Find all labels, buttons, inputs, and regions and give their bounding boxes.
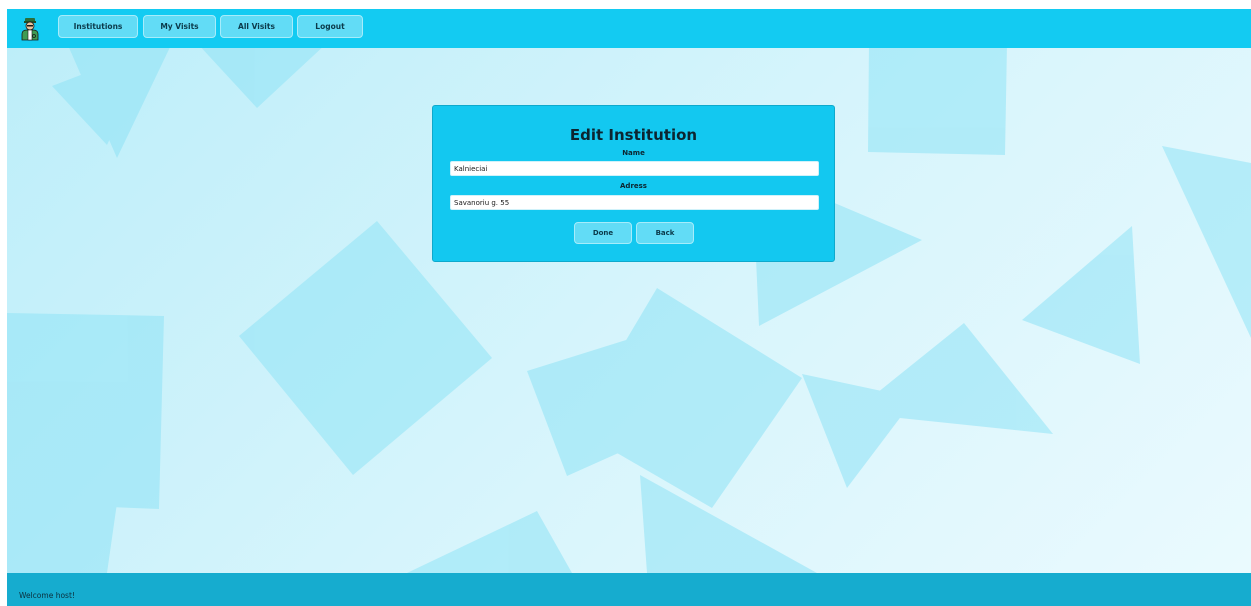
footer-bar: Welcome host! — [7, 573, 1251, 606]
done-button[interactable]: Done — [574, 222, 632, 244]
address-input[interactable] — [450, 195, 819, 210]
nav-institutions-button[interactable]: Institutions — [58, 15, 138, 38]
app-page: Institutions My Visits All Visits Logout — [7, 9, 1251, 606]
doctor-icon[interactable] — [19, 17, 41, 41]
back-button[interactable]: Back — [636, 222, 694, 244]
top-nav-bar: Institutions My Visits All Visits Logout — [7, 9, 1251, 48]
address-label: Adress — [620, 182, 647, 190]
main-content: Edit Institution Name Adress Done Back — [7, 48, 1251, 573]
welcome-message: Welcome host! — [19, 591, 75, 600]
nav-all-visits-button[interactable]: All Visits — [220, 15, 293, 38]
name-label: Name — [622, 149, 645, 157]
name-input[interactable] — [450, 161, 819, 176]
nav-logout-button[interactable]: Logout — [297, 15, 363, 38]
nav-my-visits-button[interactable]: My Visits — [143, 15, 216, 38]
form-title: Edit Institution — [569, 126, 698, 144]
edit-institution-form: Edit Institution Name Adress Done Back — [432, 105, 835, 262]
